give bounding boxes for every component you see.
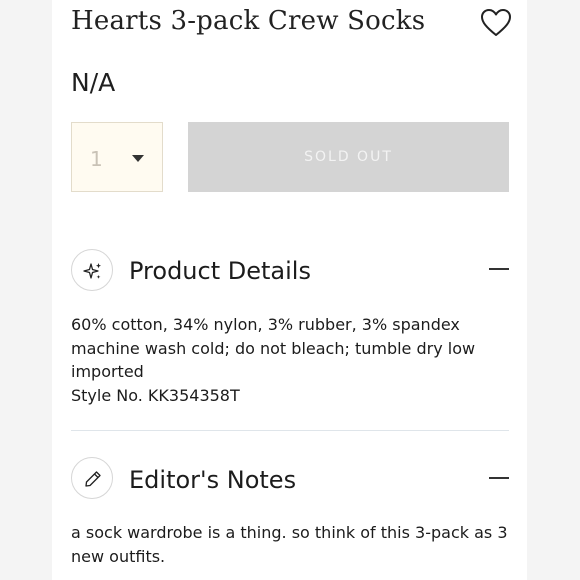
- section-title-product-details[interactable]: Product Details: [129, 257, 311, 285]
- wishlist-heart-icon[interactable]: [480, 8, 512, 38]
- detail-line: Style No. KK354358T: [71, 385, 240, 405]
- product-panel: Hearts 3-pack Crew Socks N/A 1 SOLD OUT …: [52, 0, 527, 580]
- note-line: new outfits.: [71, 546, 166, 566]
- chevron-down-icon: [132, 155, 144, 162]
- product-details-text: 60% cotton, 34% nylon, 3% rubber, 3% spa…: [71, 313, 511, 407]
- product-price: N/A: [71, 68, 116, 97]
- detail-line: machine wash cold; do not bleach; tumble…: [71, 338, 476, 358]
- detail-line: 60% cotton, 34% nylon, 3% rubber, 3% spa…: [71, 315, 460, 334]
- quantity-value: 1: [90, 147, 103, 171]
- collapse-minus-icon[interactable]: [489, 268, 509, 270]
- editors-notes-text: a sock wardrobe is a thing. so think of …: [71, 521, 511, 568]
- section-title-editors-notes[interactable]: Editor's Notes: [129, 466, 296, 494]
- pencil-icon: [71, 457, 113, 499]
- detail-line: imported: [71, 362, 144, 381]
- note-line: a sock wardrobe is a thing. so think of …: [71, 523, 508, 542]
- sparkle-icon: [71, 249, 113, 291]
- quantity-select[interactable]: 1: [71, 122, 163, 192]
- collapse-minus-icon[interactable]: [489, 477, 509, 479]
- sold-out-button[interactable]: SOLD OUT: [188, 122, 509, 192]
- section-divider: [71, 430, 509, 431]
- product-title: Hearts 3-pack Crew Socks: [71, 6, 426, 36]
